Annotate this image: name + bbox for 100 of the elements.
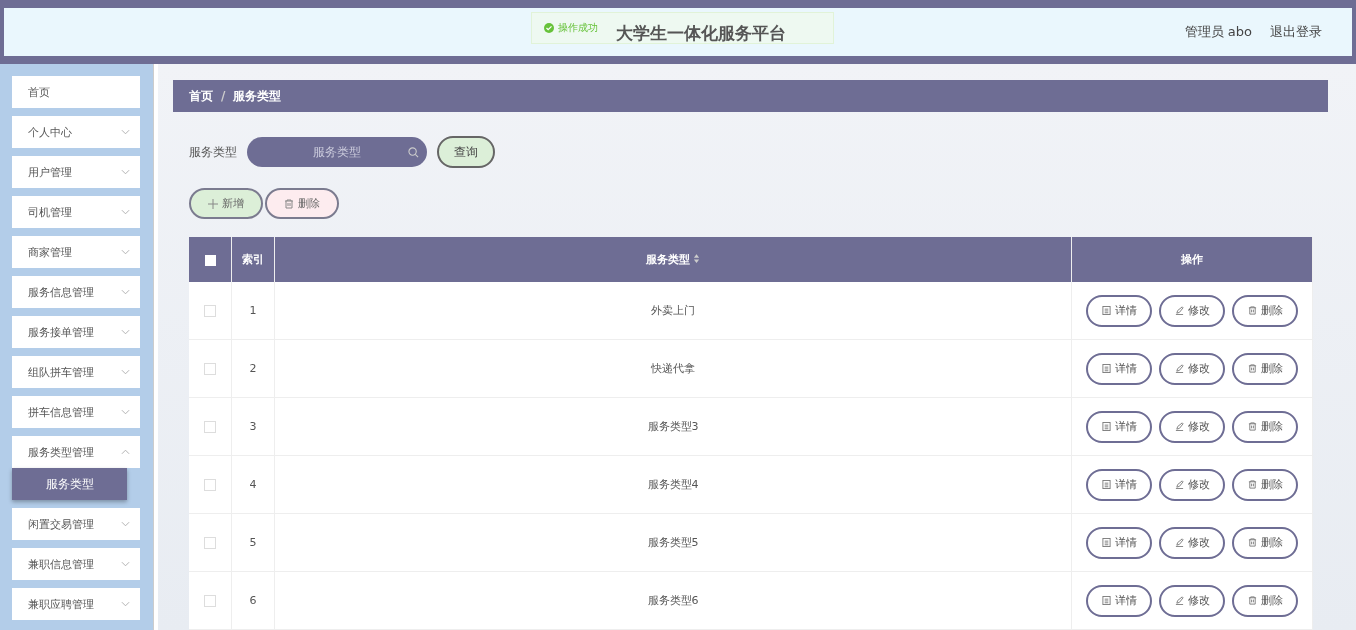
trash-icon xyxy=(1247,596,1257,605)
chevron-icon xyxy=(121,249,130,255)
menu-item[interactable]: 个人中心 xyxy=(12,116,140,148)
document-icon xyxy=(1101,480,1111,489)
delete-button[interactable]: 删除 xyxy=(1232,526,1298,559)
table-cell: 快递代拿 xyxy=(274,339,1072,398)
trash-icon xyxy=(1247,480,1257,489)
chevron-icon xyxy=(121,561,130,567)
delete-button[interactable]: 删除 xyxy=(1232,352,1298,385)
table-cell: 4 xyxy=(231,455,275,514)
table-cell: 6 xyxy=(231,571,275,630)
chevron-icon xyxy=(121,521,130,527)
add-button[interactable]: 新增 xyxy=(189,188,263,219)
pencil-icon xyxy=(1174,538,1184,547)
menu-item[interactable]: 服务信息管理 xyxy=(12,276,140,308)
trash-icon xyxy=(1247,364,1257,373)
pencil-icon xyxy=(1174,422,1184,431)
edit-button[interactable]: 修改 xyxy=(1159,526,1225,559)
search-icon xyxy=(408,147,419,158)
row-checkbox[interactable] xyxy=(204,363,216,375)
chevron-icon xyxy=(121,169,130,175)
row-checkbox[interactable] xyxy=(204,421,216,433)
menu-item[interactable]: 闲置交易管理 xyxy=(12,508,140,540)
trash-icon xyxy=(284,198,294,209)
plus-icon xyxy=(208,198,218,209)
menu-item[interactable]: 组队拼车管理 xyxy=(12,356,140,388)
pencil-icon xyxy=(1174,480,1184,489)
delete-button[interactable]: 删除 xyxy=(1232,584,1298,617)
edit-button[interactable]: 修改 xyxy=(1159,410,1225,443)
table-cell: 外卖上门 xyxy=(274,282,1072,340)
edit-button[interactable]: 修改 xyxy=(1159,468,1225,501)
table-cell: 1 xyxy=(231,282,275,340)
delete-button[interactable]: 删除 xyxy=(265,188,339,219)
delete-button[interactable]: 删除 xyxy=(1232,410,1298,443)
user-label: 管理员 abo xyxy=(1184,23,1252,41)
pencil-icon xyxy=(1174,364,1184,373)
breadcrumb-item[interactable]: 首页 xyxy=(189,87,213,105)
pencil-icon xyxy=(1174,596,1184,605)
search-field[interactable]: 服务类型 xyxy=(247,137,427,167)
edit-button[interactable]: 修改 xyxy=(1159,294,1225,327)
menu-item[interactable]: 首页 xyxy=(12,76,140,108)
delete-button[interactable]: 删除 xyxy=(1232,468,1298,501)
chevron-icon xyxy=(121,449,130,455)
chevron-icon xyxy=(121,129,130,135)
detail-button[interactable]: 详情 xyxy=(1086,352,1152,385)
breadcrumb-item[interactable]: 服务类型 xyxy=(233,87,282,105)
menu-item[interactable]: 兼职信息管理 xyxy=(12,548,140,580)
row-checkbox[interactable] xyxy=(204,479,216,491)
table-cell: 2 xyxy=(231,339,275,398)
table-cell: 服务类型3 xyxy=(274,397,1072,456)
menu-item[interactable]: 拼车信息管理 xyxy=(12,396,140,428)
menu-item[interactable]: 司机管理 xyxy=(12,196,140,228)
pencil-icon xyxy=(1174,306,1184,315)
row-checkbox[interactable] xyxy=(204,537,216,549)
table-cell: 服务类型4 xyxy=(274,455,1072,514)
detail-button[interactable]: 详情 xyxy=(1086,526,1152,559)
chevron-icon xyxy=(121,289,130,295)
chevron-icon xyxy=(121,329,130,335)
row-checkbox[interactable] xyxy=(204,595,216,607)
edit-button[interactable]: 修改 xyxy=(1159,352,1225,385)
select-all-checkbox[interactable] xyxy=(204,254,216,266)
trash-icon xyxy=(1247,538,1257,547)
chevron-icon xyxy=(121,369,130,375)
table-cell: 5 xyxy=(231,513,275,572)
toast-text: 操作成功 xyxy=(558,21,598,35)
menu-item[interactable]: 商家管理 xyxy=(12,236,140,268)
detail-button[interactable]: 详情 xyxy=(1086,410,1152,443)
breadcrumb-separator: / xyxy=(221,89,226,103)
detail-button[interactable]: 详情 xyxy=(1086,584,1152,617)
column-header: 索引 xyxy=(231,237,275,282)
table-cell: 服务类型5 xyxy=(274,513,1072,572)
trash-icon xyxy=(1247,422,1257,431)
site-title: 大学生一体化服务平台 xyxy=(616,22,786,45)
table-cell: 服务类型6 xyxy=(274,571,1072,630)
chevron-icon xyxy=(121,209,130,215)
document-icon xyxy=(1101,364,1111,373)
detail-button[interactable]: 详情 xyxy=(1086,468,1152,501)
sort-icon[interactable] xyxy=(693,254,701,263)
document-icon xyxy=(1101,596,1111,605)
document-icon xyxy=(1101,306,1111,315)
menu-item[interactable]: 用户管理 xyxy=(12,156,140,188)
chevron-icon xyxy=(121,601,130,607)
column-header[interactable]: 服务类型 xyxy=(274,237,1072,282)
menu-item[interactable]: 服务类型管理 xyxy=(12,436,140,468)
document-icon xyxy=(1101,422,1111,431)
menu-item[interactable]: 服务接单管理 xyxy=(12,316,140,348)
search-label: 服务类型 xyxy=(189,143,237,161)
detail-button[interactable]: 详情 xyxy=(1086,294,1152,327)
row-checkbox[interactable] xyxy=(204,305,216,317)
delete-button[interactable]: 删除 xyxy=(1232,294,1298,327)
logout-link[interactable]: 退出登录 xyxy=(1270,23,1322,41)
trash-icon xyxy=(1247,306,1257,315)
table-cell: 3 xyxy=(231,397,275,456)
submenu-item[interactable]: 服务类型 xyxy=(12,468,127,500)
query-button[interactable]: 查询 xyxy=(437,136,495,168)
column-header: 操作 xyxy=(1071,237,1313,282)
chevron-icon xyxy=(121,409,130,415)
edit-button[interactable]: 修改 xyxy=(1159,584,1225,617)
menu-item[interactable]: 兼职应聘管理 xyxy=(12,588,140,620)
document-icon xyxy=(1101,538,1111,547)
